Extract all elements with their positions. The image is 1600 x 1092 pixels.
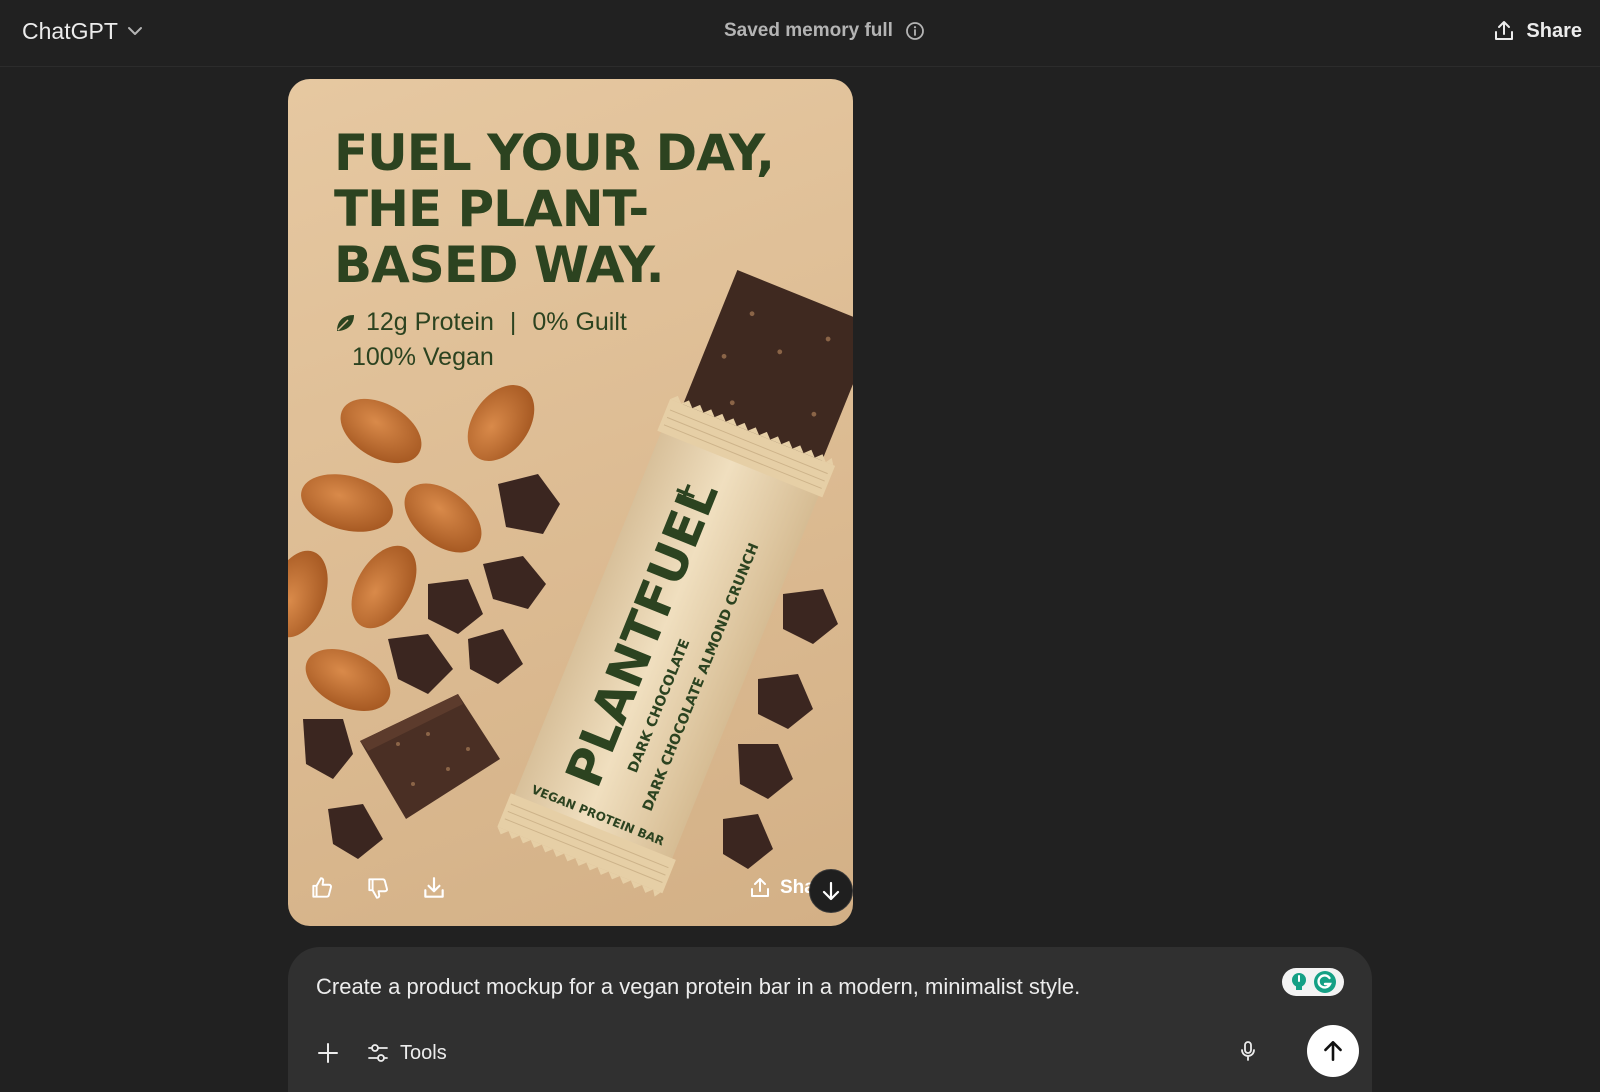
info-icon[interactable] [905, 21, 925, 41]
headline-line-2: THE PLANT- [334, 180, 649, 238]
ad-headline: FUEL YOUR DAY, THE PLANT- BASED WAY. [334, 125, 814, 293]
arrow-down-icon [822, 881, 840, 901]
headline-line-1: FUEL YOUR DAY, [334, 124, 775, 182]
download-icon [424, 877, 444, 898]
chevron-down-icon [127, 27, 142, 35]
app-name: ChatGPT [22, 17, 118, 44]
claim-separator: | [509, 308, 517, 336]
sliders-icon [368, 1044, 388, 1062]
share-button[interactable]: Share [1492, 14, 1582, 48]
add-attachment-button[interactable] [310, 1035, 346, 1071]
headline-line-3: BASED WAY. [334, 236, 665, 294]
leaf-icon [337, 314, 354, 331]
share-label: Share [1526, 19, 1582, 42]
plus-icon [318, 1043, 338, 1063]
scroll-to-bottom-button[interactable] [809, 869, 853, 913]
tools-label: Tools [400, 1041, 447, 1064]
share-icon [1495, 21, 1514, 40]
voice-input-button[interactable] [1230, 1033, 1266, 1069]
claim-protein: 12g Protein [366, 308, 494, 336]
claim-vegan: 100% Vegan [352, 343, 494, 371]
memory-status: Saved memory full [724, 16, 925, 46]
thumbs-up-icon [312, 877, 332, 898]
ad-claims: 12g Protein | 0% Guilt 100% Vegan [334, 305, 627, 375]
memory-status-label: Saved memory full [724, 20, 893, 41]
composer: Create a product mockup for a vegan prot… [288, 947, 1372, 1092]
like-button[interactable] [304, 870, 340, 906]
thumbs-down-icon [368, 878, 388, 899]
tools-button[interactable]: Tools [366, 1035, 447, 1071]
image-action-bar: Sha [288, 856, 853, 926]
dislike-button[interactable] [360, 870, 396, 906]
generated-image[interactable]: PLANTFUEL + DARK CHOCOLATE DARK CHOCOLAT… [288, 79, 853, 926]
loose-bar-piece [360, 694, 500, 819]
lightbulb-icon [1292, 973, 1306, 990]
top-bar: ChatGPT Saved memory full Share [0, 0, 1600, 67]
send-button[interactable] [1307, 1025, 1359, 1077]
claim-guilt: 0% Guilt [532, 308, 627, 336]
grammarly-icon [1314, 971, 1336, 993]
grammarly-widget[interactable] [1282, 968, 1344, 996]
prompt-input[interactable]: Create a product mockup for a vegan prot… [316, 974, 1256, 1000]
microphone-icon [1241, 1041, 1255, 1061]
arrow-up-icon [1324, 1041, 1342, 1061]
model-switcher[interactable]: ChatGPT [22, 14, 144, 48]
image-share-button[interactable]: Sha [748, 870, 815, 906]
download-button[interactable] [416, 870, 452, 906]
share-icon [751, 878, 769, 897]
